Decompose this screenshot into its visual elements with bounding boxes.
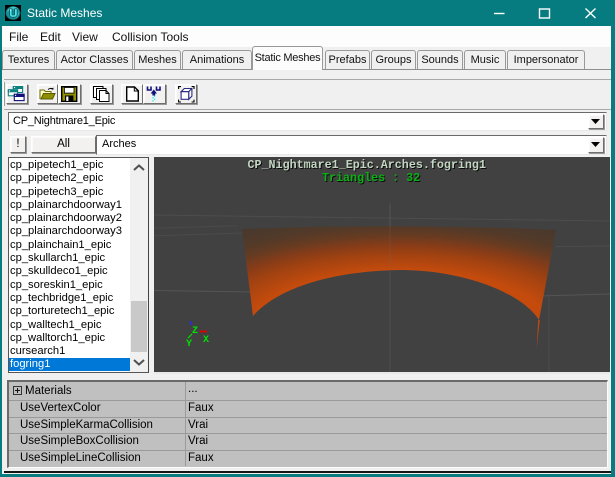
svg-text:Y: Y: [186, 339, 192, 350]
svg-text:CP_Nightmare1_Epic.Arches.fogr: CP_Nightmare1_Epic.Arches.fogring1: [248, 158, 486, 172]
svg-text:X: X: [203, 335, 209, 346]
svg-text:Triangles : 32: Triangles : 32: [322, 171, 420, 185]
svg-text:Z: Z: [192, 326, 198, 337]
